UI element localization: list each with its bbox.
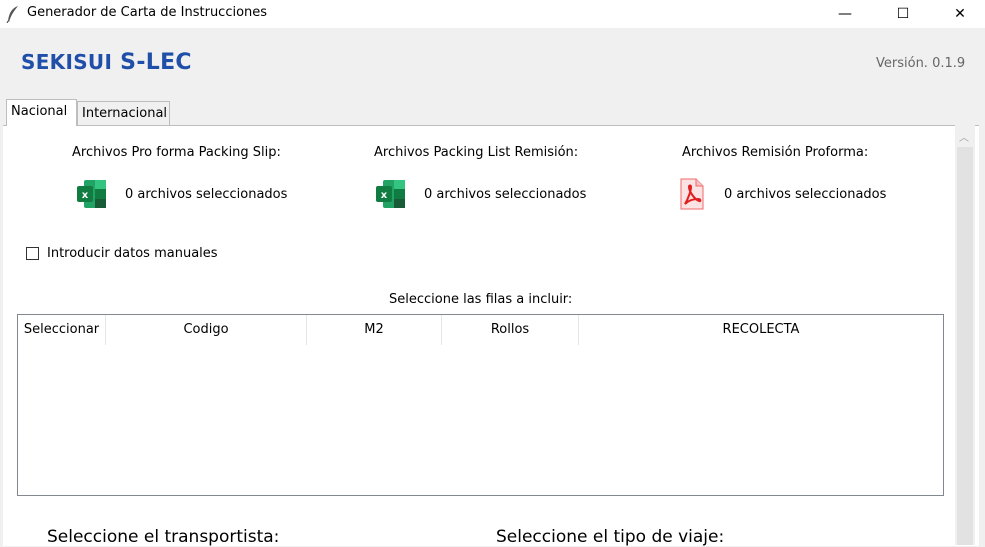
- packing-list-file-count: 0 archivos seleccionados: [424, 187, 587, 202]
- trip-type-label: Seleccione el tipo de viaje:: [496, 527, 725, 547]
- scroll-up-icon[interactable]: ︿: [959, 129, 969, 144]
- maximize-icon: ☐: [896, 6, 910, 22]
- feather-icon: [6, 6, 18, 23]
- proforma-packing-slip-label: Archivos Pro forma Packing Slip:: [72, 145, 281, 160]
- rows-table-label: Seleccione las filas a incluir:: [389, 292, 573, 307]
- logo-sekisui: SEKISUI: [21, 50, 113, 74]
- title-bar: Generador de Carta de Instrucciones — ☐ …: [0, 0, 985, 28]
- proforma-file-count: 0 archivos seleccionados: [125, 187, 288, 202]
- column-header-rollos[interactable]: Rollos: [442, 315, 579, 345]
- manual-entry-label[interactable]: Introducir datos manuales: [47, 246, 218, 261]
- table-header: Seleccionar Codigo M2 Rollos RECOLECTA: [18, 315, 943, 345]
- svg-text:x: x: [381, 190, 388, 201]
- remision-file-count: 0 archivos seleccionados: [724, 187, 887, 202]
- remision-proforma-label: Archivos Remisión Proforma:: [682, 145, 869, 160]
- packing-list-remision-label: Archivos Packing List Remisión:: [374, 145, 579, 160]
- column-header-codigo[interactable]: Codigo: [106, 315, 307, 345]
- close-icon: ✕: [954, 6, 966, 22]
- svg-text:x: x: [82, 190, 89, 201]
- tab-internacional[interactable]: Internacional: [77, 101, 170, 125]
- carrier-label: Seleccione el transportista:: [47, 527, 280, 547]
- column-header-m2[interactable]: M2: [307, 315, 442, 345]
- logo-slec: S-LEC: [120, 50, 192, 75]
- excel-icon[interactable]: x: [75, 177, 109, 211]
- tab-nacional[interactable]: Nacional: [6, 99, 77, 126]
- close-button[interactable]: ✕: [937, 0, 983, 28]
- manual-entry-checkbox[interactable]: [26, 247, 39, 260]
- rows-table[interactable]: Seleccionar Codigo M2 Rollos RECOLECTA: [17, 314, 944, 496]
- brand-logo: SEKISUI S-LEC: [21, 50, 192, 75]
- minimize-button[interactable]: —: [822, 0, 868, 28]
- scrollbar-thumb[interactable]: [957, 147, 973, 545]
- vertical-scrollbar[interactable]: ︿: [955, 125, 975, 545]
- column-header-seleccionar[interactable]: Seleccionar: [18, 315, 106, 345]
- minimize-icon: —: [838, 6, 852, 22]
- version-label: Versión. 0.1.9: [876, 56, 966, 71]
- pdf-icon[interactable]: [674, 177, 708, 211]
- excel-icon[interactable]: x: [374, 177, 408, 211]
- column-header-recolecta[interactable]: RECOLECTA: [579, 315, 943, 345]
- window-title: Generador de Carta de Instrucciones: [27, 5, 268, 20]
- maximize-button[interactable]: ☐: [880, 0, 926, 28]
